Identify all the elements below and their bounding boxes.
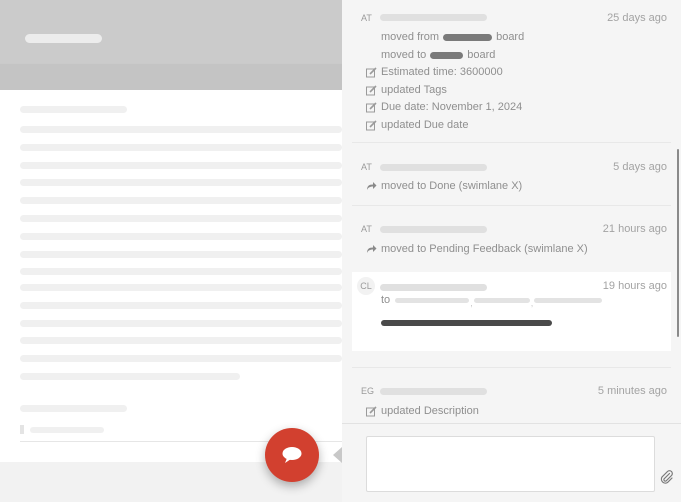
edit-icon [365, 66, 377, 78]
user-initials: AT [361, 224, 372, 234]
skeleton-line [20, 215, 342, 222]
activity-line: Due date: November 1, 2024 [365, 101, 522, 113]
feed-scrollbar[interactable] [677, 149, 679, 337]
card-title-placeholder [25, 34, 102, 43]
activity-text: updated Tags [381, 84, 447, 96]
divider [342, 423, 681, 424]
skeleton-line [20, 251, 342, 258]
to-label: to [381, 294, 391, 306]
activity-text: moved to Pending Feedback (swimlane X) [381, 243, 588, 255]
activity-text: board [467, 49, 496, 61]
card-subheader [0, 64, 342, 90]
skeleton-line [20, 162, 342, 169]
activity-text: moved to [381, 49, 427, 61]
activity-line: updated Due date [365, 119, 468, 131]
move-arrow-icon [365, 180, 377, 192]
activity-entry: AT 25 days ago moved from board moved to… [352, 0, 671, 142]
user-name-placeholder [380, 284, 487, 291]
skeleton-line [20, 268, 342, 275]
user-name-placeholder [380, 164, 487, 171]
activity-line: moved from board [381, 31, 524, 43]
recipient-placeholder [534, 297, 603, 303]
skeleton-line [20, 179, 342, 186]
skeleton-line [30, 427, 104, 433]
activity-feed: AT 25 days ago moved from board moved to… [342, 0, 681, 424]
skeleton-line [20, 233, 342, 240]
user-initials: EG [361, 386, 375, 396]
skeleton-line [20, 373, 240, 380]
chat-bubble-icon [282, 447, 302, 463]
paperclip-icon [660, 470, 673, 484]
activity-text: updated Description [381, 405, 479, 417]
skeleton-line [20, 144, 342, 151]
board-name-placeholder [430, 51, 464, 59]
timestamp: 5 minutes ago [597, 385, 667, 397]
skeleton-line [20, 405, 127, 412]
activity-line: updated Description [365, 405, 479, 417]
skeleton-line [20, 337, 342, 344]
activity-panel: AT 25 days ago moved from board moved to… [342, 0, 681, 502]
board-name-placeholder [443, 33, 493, 41]
skeleton-marker [20, 425, 24, 434]
recipient-placeholder [395, 297, 470, 303]
activity-text: Due date: November 1, 2024 [381, 101, 523, 113]
comment-input[interactable] [366, 436, 655, 492]
activity-line: Estimated time: 3600000 [365, 66, 503, 78]
skeleton-line [20, 320, 342, 327]
user-name-placeholder [380, 226, 487, 233]
separator: , [470, 298, 473, 308]
app-root: AT 25 days ago moved from board moved to… [0, 0, 681, 502]
activity-entry: AT 21 hours ago moved to Pending Feedbac… [352, 206, 671, 268]
user-initials: AT [361, 162, 372, 172]
timestamp: 25 days ago [607, 12, 667, 24]
skeleton-line [20, 355, 342, 362]
edit-icon [365, 405, 377, 417]
edit-icon [365, 101, 377, 113]
timestamp: 19 hours ago [602, 280, 667, 292]
attachment-button[interactable] [660, 470, 674, 484]
activity-line: moved to board [381, 49, 495, 61]
user-name-placeholder [380, 14, 487, 21]
skeleton-line [20, 197, 342, 204]
activity-line: updated Tags [365, 84, 447, 96]
activity-text: Estimated time: 3600000 [381, 66, 503, 78]
activity-text: updated Due date [381, 119, 469, 131]
skeleton-line [20, 302, 342, 309]
timestamp: 5 days ago [613, 161, 667, 173]
user-initials: CL [357, 277, 375, 295]
user-initials: AT [361, 13, 372, 23]
activity-text: moved from [381, 31, 440, 43]
activity-line: moved to Pending Feedback (swimlane X) [365, 243, 588, 255]
user-name-placeholder [380, 388, 487, 395]
activity-text: board [496, 31, 525, 43]
card-header [0, 0, 342, 64]
activity-text: moved to Done (swimlane X) [381, 180, 523, 192]
skeleton-line [20, 106, 127, 113]
edit-icon [365, 84, 377, 96]
chat-fab-button[interactable] [265, 428, 319, 482]
card-panel [0, 0, 342, 502]
timestamp: 21 hours ago [602, 223, 667, 235]
move-arrow-icon [365, 243, 377, 255]
edit-icon [365, 119, 377, 131]
skeleton-line [20, 126, 342, 133]
activity-entry: EG 5 minutes ago updated Description [352, 368, 671, 424]
activity-entry: AT 5 days ago moved to Done (swimlane X) [352, 143, 671, 205]
activity-line: moved to Done (swimlane X) [365, 180, 522, 192]
mention-line: to , , [381, 294, 603, 308]
collapse-panel-arrow-icon[interactable] [333, 447, 342, 463]
comment-entry[interactable]: CL 19 hours ago to , , [352, 272, 671, 351]
skeleton-line [20, 284, 342, 291]
separator: , [530, 298, 534, 308]
comment-text-placeholder [381, 320, 552, 326]
recipient-placeholder [473, 297, 530, 303]
